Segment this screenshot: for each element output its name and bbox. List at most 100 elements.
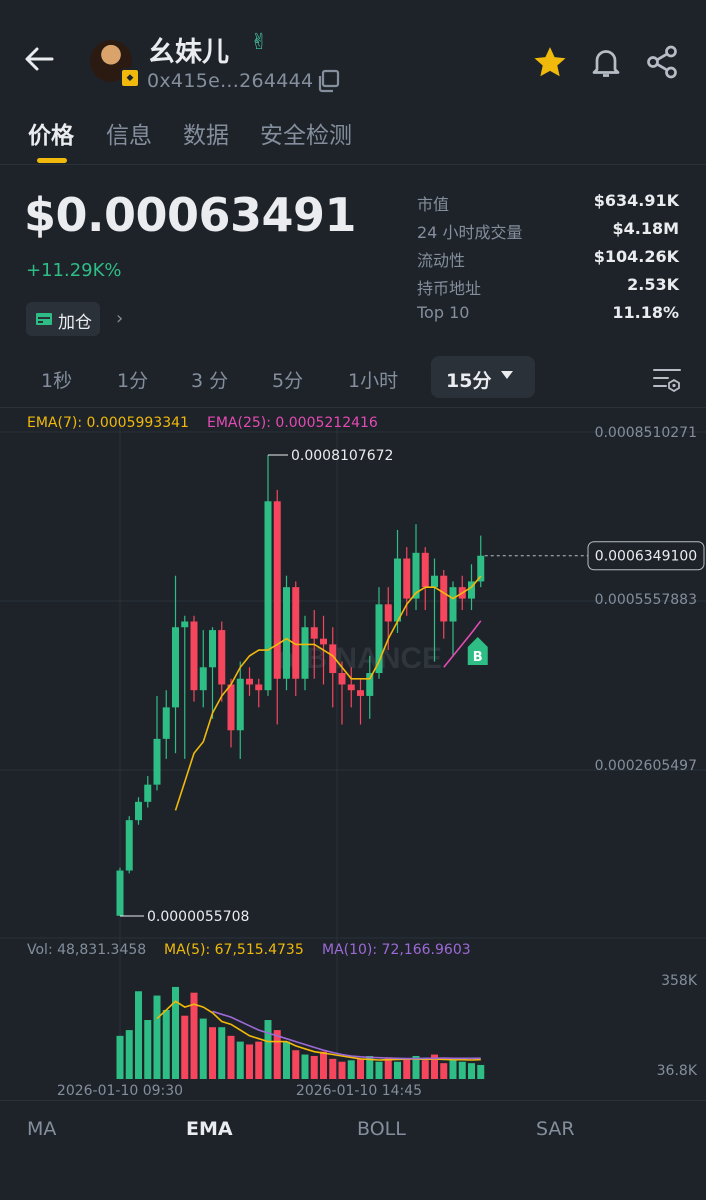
price-axis-label: 0.0002605497 (595, 758, 697, 774)
candle-body (162, 707, 170, 739)
interval-1m[interactable]: 1分 (117, 366, 148, 393)
volume-bar (283, 1041, 290, 1079)
stat-label-24h-volume: 24 小时成交量 (417, 223, 523, 242)
contract-address: 0x415e...264444 (147, 70, 314, 92)
candle-body (246, 678, 253, 685)
chart-settings-icon[interactable] (652, 366, 682, 392)
candle-body (273, 501, 281, 679)
time-axis-label: 2026-01-10 14:45 (296, 1083, 422, 1099)
tab-security-check[interactable]: 安全检测 (260, 116, 352, 150)
candle-body (264, 501, 272, 691)
volume-bar (255, 1041, 263, 1079)
candle-body (338, 673, 346, 685)
back-arrow-icon[interactable] (22, 42, 56, 76)
volume-bar (440, 1063, 448, 1079)
volume-bar (218, 1027, 226, 1079)
stat-value-top10: 11.18% (612, 303, 679, 322)
candle-body (135, 801, 142, 821)
price-chart[interactable]: ◆ BINANCE0.00085102710.00055578830.00026… (0, 408, 706, 1108)
candle-body (403, 558, 411, 599)
token-name: 幺妹儿 (148, 37, 229, 68)
volume-bar (264, 1020, 272, 1079)
volume-bar (209, 1027, 216, 1079)
volume-bar (375, 1061, 383, 1079)
volume-bar (153, 995, 161, 1079)
candle-body (144, 784, 152, 802)
volume-bar (144, 1020, 152, 1079)
candle-body (347, 684, 355, 691)
volume-bar (403, 1058, 411, 1079)
bell-icon[interactable] (588, 44, 624, 80)
tab-price[interactable]: 价格 (28, 116, 74, 150)
volume-bar (394, 1061, 401, 1079)
candle-body (292, 587, 300, 679)
candle-body (218, 630, 226, 685)
volume-bar (449, 1060, 457, 1079)
candle-body (236, 678, 244, 731)
stat-label-holders: 持币地址 (417, 279, 482, 298)
tab-data[interactable]: 数据 (183, 116, 229, 150)
volume-bar (181, 1015, 189, 1079)
ma10-legend: MA(10): 72,166.9603 (322, 942, 471, 958)
candle-body (366, 673, 374, 696)
interval-1h[interactable]: 1小时 (348, 366, 398, 393)
indicator-tab-ema[interactable]: EMA (186, 1118, 233, 1140)
candle-body (384, 604, 392, 622)
candle-body (301, 627, 309, 679)
candle-body (394, 558, 401, 622)
ema25-legend: EMA(25): 0.0005212416 (207, 415, 378, 431)
share-icon[interactable] (644, 44, 680, 80)
low-price-label: 0.0000055708 (147, 909, 249, 925)
caret-down-icon (501, 371, 513, 379)
volume-bar (227, 1035, 235, 1079)
volume-bar (246, 1044, 253, 1079)
stat-label-market-cap: 市值 (417, 195, 450, 214)
volume-bar (125, 1030, 133, 1079)
volume-bar (135, 991, 142, 1079)
indicator-tab-sar[interactable]: SAR (536, 1118, 575, 1140)
tabs-divider (0, 164, 706, 165)
indicator-tabs-divider (0, 1100, 706, 1101)
volume-bar (273, 1030, 281, 1079)
tab-info[interactable]: 信息 (106, 116, 152, 150)
volume-legend: Vol: 48,831.3458 (27, 942, 147, 958)
volume-axis-label: 36.8K (657, 1063, 698, 1079)
volume-axis-label: 358K (661, 973, 698, 989)
volume-bar (329, 1058, 337, 1079)
interval-15m-dropdown[interactable]: 15分 (431, 356, 535, 398)
volume-bar (384, 1057, 392, 1079)
indicator-tab-ma[interactable]: MA (27, 1118, 56, 1140)
candle-body (153, 738, 161, 785)
candle-body (320, 638, 327, 645)
stat-label-top10: Top 10 (417, 303, 470, 322)
current-price-label: 0.0006349100 (595, 549, 697, 565)
favorite-star-icon[interactable] (531, 44, 569, 82)
indicator-tab-boll[interactable]: BOLL (357, 1118, 406, 1140)
stat-label-liquidity: 流动性 (417, 251, 466, 270)
interval-1s[interactable]: 1秒 (41, 366, 72, 393)
candle-body (199, 667, 207, 691)
volume-bar (458, 1061, 466, 1079)
add-position-button[interactable]: 加仓 (26, 302, 100, 336)
candle-body (431, 575, 438, 588)
candle-body (283, 587, 290, 679)
high-price-label: 0.0008107672 (291, 448, 393, 464)
time-axis-label: 2026-01-10 09:30 (57, 1083, 183, 1099)
volume-bar (310, 1055, 318, 1079)
interval-3m[interactable]: 3 分 (191, 366, 228, 393)
candle-body (172, 627, 179, 708)
price-axis-label: 0.0008510271 (595, 425, 697, 441)
candle-body (440, 575, 448, 622)
candle-body (190, 621, 198, 691)
price-axis-label: 0.0005557883 (595, 592, 697, 608)
volume-bar (477, 1064, 485, 1079)
ema7-legend: EMA(7): 0.0005993341 (27, 415, 189, 431)
candle-body (449, 587, 457, 622)
stat-value-liquidity: $104.26K (593, 247, 679, 266)
volume-bar (116, 1035, 124, 1079)
buy-marker-label: B (473, 650, 483, 665)
copy-icon[interactable] (316, 69, 340, 93)
interval-5m[interactable]: 5分 (272, 366, 303, 393)
chevron-right-icon[interactable]: › (116, 308, 123, 329)
wallet-icon (36, 313, 52, 325)
